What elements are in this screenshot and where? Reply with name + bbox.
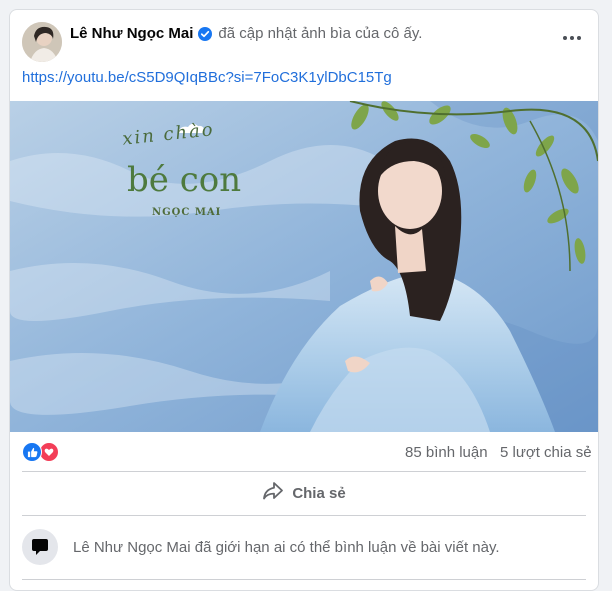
svg-text:bé con: bé con bbox=[127, 160, 241, 200]
divider bbox=[22, 471, 586, 472]
cover-title-big: bé con bbox=[127, 160, 241, 200]
share-button-label: Chia sẻ bbox=[292, 484, 346, 502]
reactions-summary[interactable] bbox=[22, 442, 59, 462]
divider bbox=[22, 515, 586, 516]
post-card: Lê Như Ngọc Mai đã cập nhật ảnh bìa của … bbox=[9, 9, 599, 591]
svg-text:xin chào: xin chào bbox=[121, 119, 215, 150]
avatar[interactable] bbox=[22, 22, 62, 62]
cover-title-small: xin chào bbox=[121, 119, 215, 150]
like-icon bbox=[22, 442, 42, 462]
more-options-icon[interactable] bbox=[560, 30, 584, 46]
cover-artist: NGỌC MAI bbox=[152, 207, 221, 218]
cover-photo[interactable]: xin chào bé con NGỌC MAI bbox=[10, 101, 598, 432]
post-stats: 85 bình luận 5 lượt chia sẻ bbox=[10, 440, 598, 464]
post-action-text: đã cập nhật ảnh bìa của cô ấy. bbox=[218, 25, 423, 42]
comment-count[interactable]: 85 bình luận bbox=[405, 444, 488, 461]
author-name[interactable]: Lê Như Ngọc Mai bbox=[70, 24, 193, 44]
post-link[interactable]: https://youtu.be/cS5D9QIqBBc?si=7FoC3K1y… bbox=[22, 69, 392, 86]
share-count[interactable]: 5 lượt chia sẻ bbox=[500, 444, 592, 461]
comment-restriction-text: Lê Như Ngọc Mai đã giới hạn ai có thể bì… bbox=[73, 538, 500, 556]
comment-restriction-notice: Lê Như Ngọc Mai đã giới hạn ai có thể bì… bbox=[22, 525, 586, 569]
verified-badge-icon bbox=[198, 27, 213, 41]
svg-text:NGỌC MAI: NGỌC MAI bbox=[152, 207, 221, 218]
love-icon bbox=[39, 442, 59, 462]
post-header-line: Lê Như Ngọc Mai đã cập nhật ảnh bìa của … bbox=[70, 24, 422, 44]
comment-icon bbox=[22, 529, 58, 565]
share-button[interactable]: Chia sẻ bbox=[22, 476, 586, 510]
share-icon bbox=[262, 481, 284, 505]
